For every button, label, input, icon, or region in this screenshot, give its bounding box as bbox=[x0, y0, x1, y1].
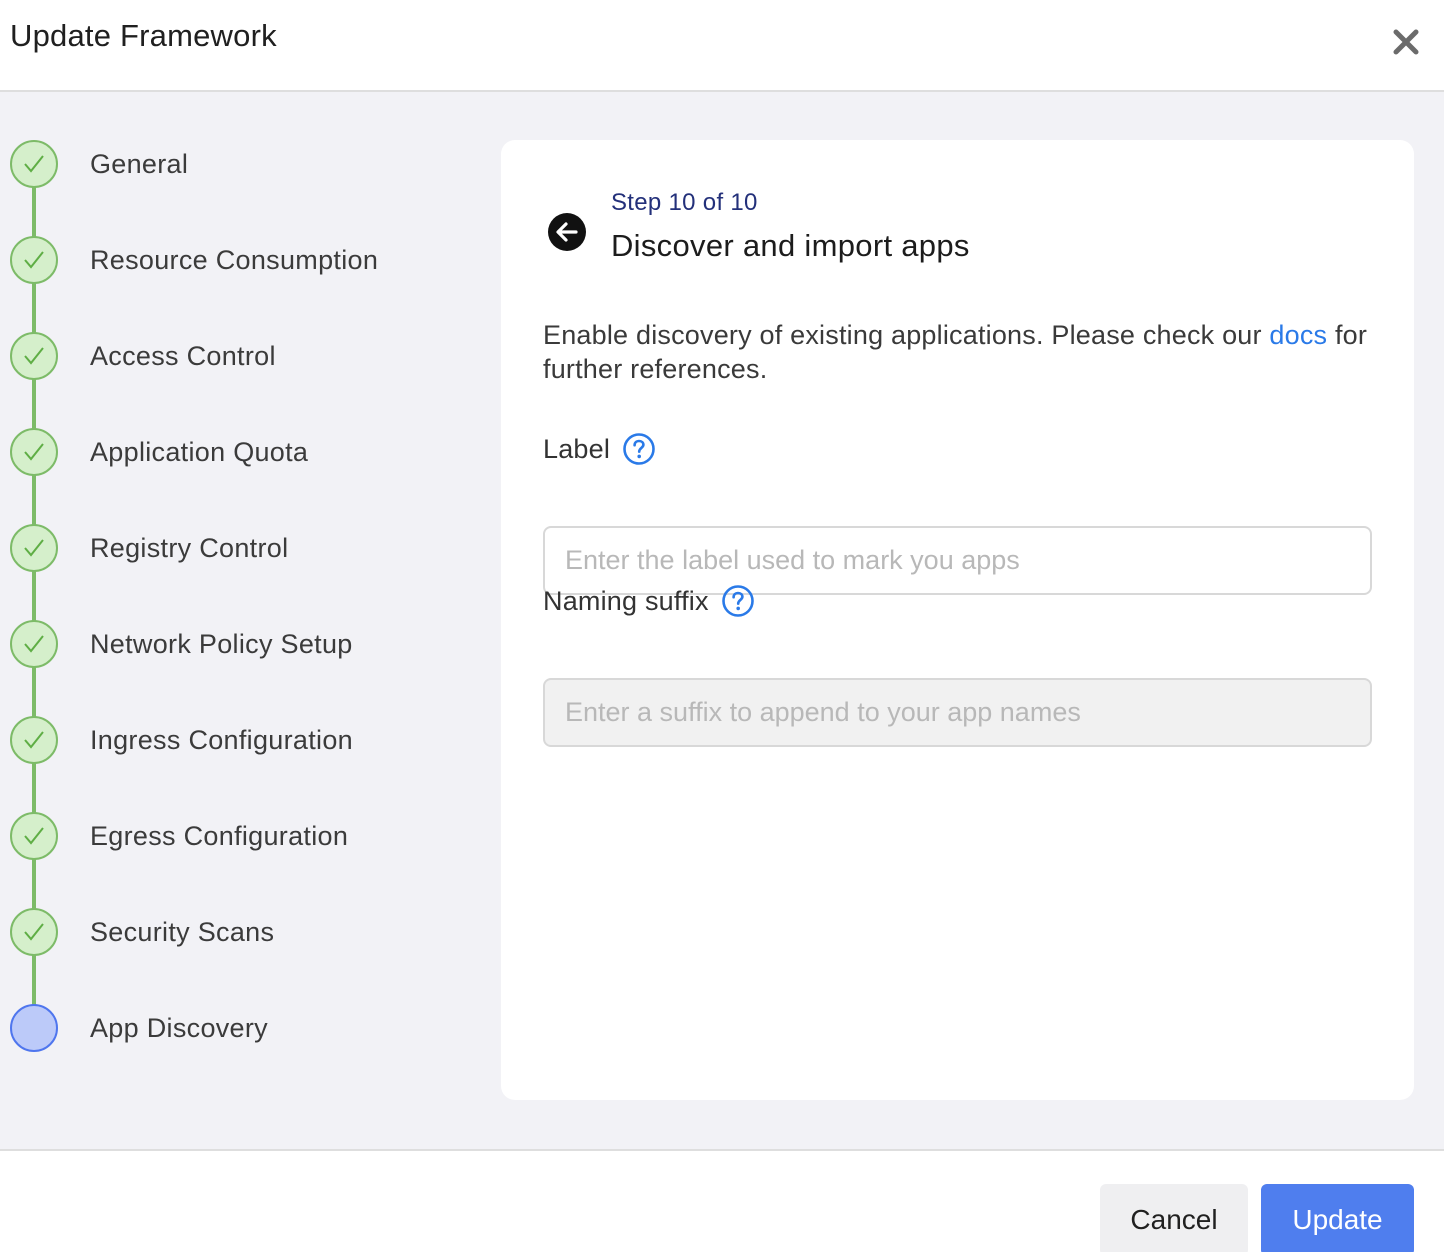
step-list: General Resource Consumption Access Cont… bbox=[0, 92, 480, 1149]
description: Enable discovery of existing application… bbox=[543, 318, 1373, 386]
dialog-body: General Resource Consumption Access Cont… bbox=[0, 92, 1444, 1149]
step-counter: Step 10 of 10 bbox=[611, 189, 758, 216]
check-icon bbox=[10, 812, 58, 860]
step-label: Ingress Configuration bbox=[90, 724, 353, 755]
naming-suffix-input[interactable] bbox=[543, 678, 1372, 747]
check-icon bbox=[10, 524, 58, 572]
step-label: General bbox=[90, 148, 189, 179]
check-icon bbox=[10, 908, 58, 956]
step-label: Access Control bbox=[90, 340, 276, 371]
step-label: Resource Consumption bbox=[90, 244, 379, 275]
check-icon bbox=[10, 140, 58, 188]
suffix-field-label-text: Naming suffix bbox=[543, 585, 709, 616]
docs-link[interactable]: docs bbox=[1269, 320, 1327, 350]
suffix-field-label: Naming suffix bbox=[543, 584, 755, 618]
update-button[interactable]: Update bbox=[1261, 1184, 1414, 1252]
step-general[interactable]: General bbox=[10, 140, 188, 188]
step-label: Network Policy Setup bbox=[90, 628, 353, 659]
dialog-header: Update Framework bbox=[0, 0, 1444, 92]
step-security-scans[interactable]: Security Scans bbox=[10, 908, 274, 956]
description-text: Enable discovery of existing application… bbox=[543, 320, 1262, 350]
step-application-quota[interactable]: Application Quota bbox=[10, 428, 308, 476]
step-label: App Discovery bbox=[90, 1012, 268, 1043]
step-egress-configuration[interactable]: Egress Configuration bbox=[10, 812, 348, 860]
step-label: Application Quota bbox=[90, 436, 309, 467]
step-card: Step 10 of 10 Discover and import apps E… bbox=[501, 140, 1414, 1100]
check-icon bbox=[10, 428, 58, 476]
card-title: Discover and import apps bbox=[611, 228, 970, 263]
help-icon[interactable] bbox=[721, 584, 755, 618]
label-field-label: Label bbox=[543, 432, 656, 466]
help-icon[interactable] bbox=[622, 432, 656, 466]
step-app-discovery[interactable]: App Discovery bbox=[10, 1004, 268, 1052]
step-ingress-configuration[interactable]: Ingress Configuration bbox=[10, 716, 353, 764]
step-connector-line bbox=[32, 164, 36, 1028]
step-resource-consumption[interactable]: Resource Consumption bbox=[10, 236, 378, 284]
step-label: Security Scans bbox=[90, 916, 275, 947]
step-label: Egress Configuration bbox=[90, 820, 349, 851]
step-access-control[interactable]: Access Control bbox=[10, 332, 276, 380]
step-label: Registry Control bbox=[90, 532, 289, 563]
step-registry-control[interactable]: Registry Control bbox=[10, 524, 288, 572]
check-icon bbox=[10, 620, 58, 668]
dialog-footer: Cancel Update bbox=[0, 1149, 1444, 1252]
dialog-title: Update Framework bbox=[10, 18, 277, 53]
close-icon[interactable] bbox=[1388, 24, 1424, 60]
step-network-policy-setup[interactable]: Network Policy Setup bbox=[10, 620, 353, 668]
cancel-button[interactable]: Cancel bbox=[1100, 1184, 1248, 1252]
check-icon bbox=[10, 716, 58, 764]
label-field-label-text: Label bbox=[543, 433, 611, 464]
check-icon bbox=[10, 332, 58, 380]
check-icon bbox=[10, 236, 58, 284]
current-step-indicator bbox=[10, 1004, 58, 1052]
back-arrow-icon[interactable] bbox=[547, 212, 587, 252]
